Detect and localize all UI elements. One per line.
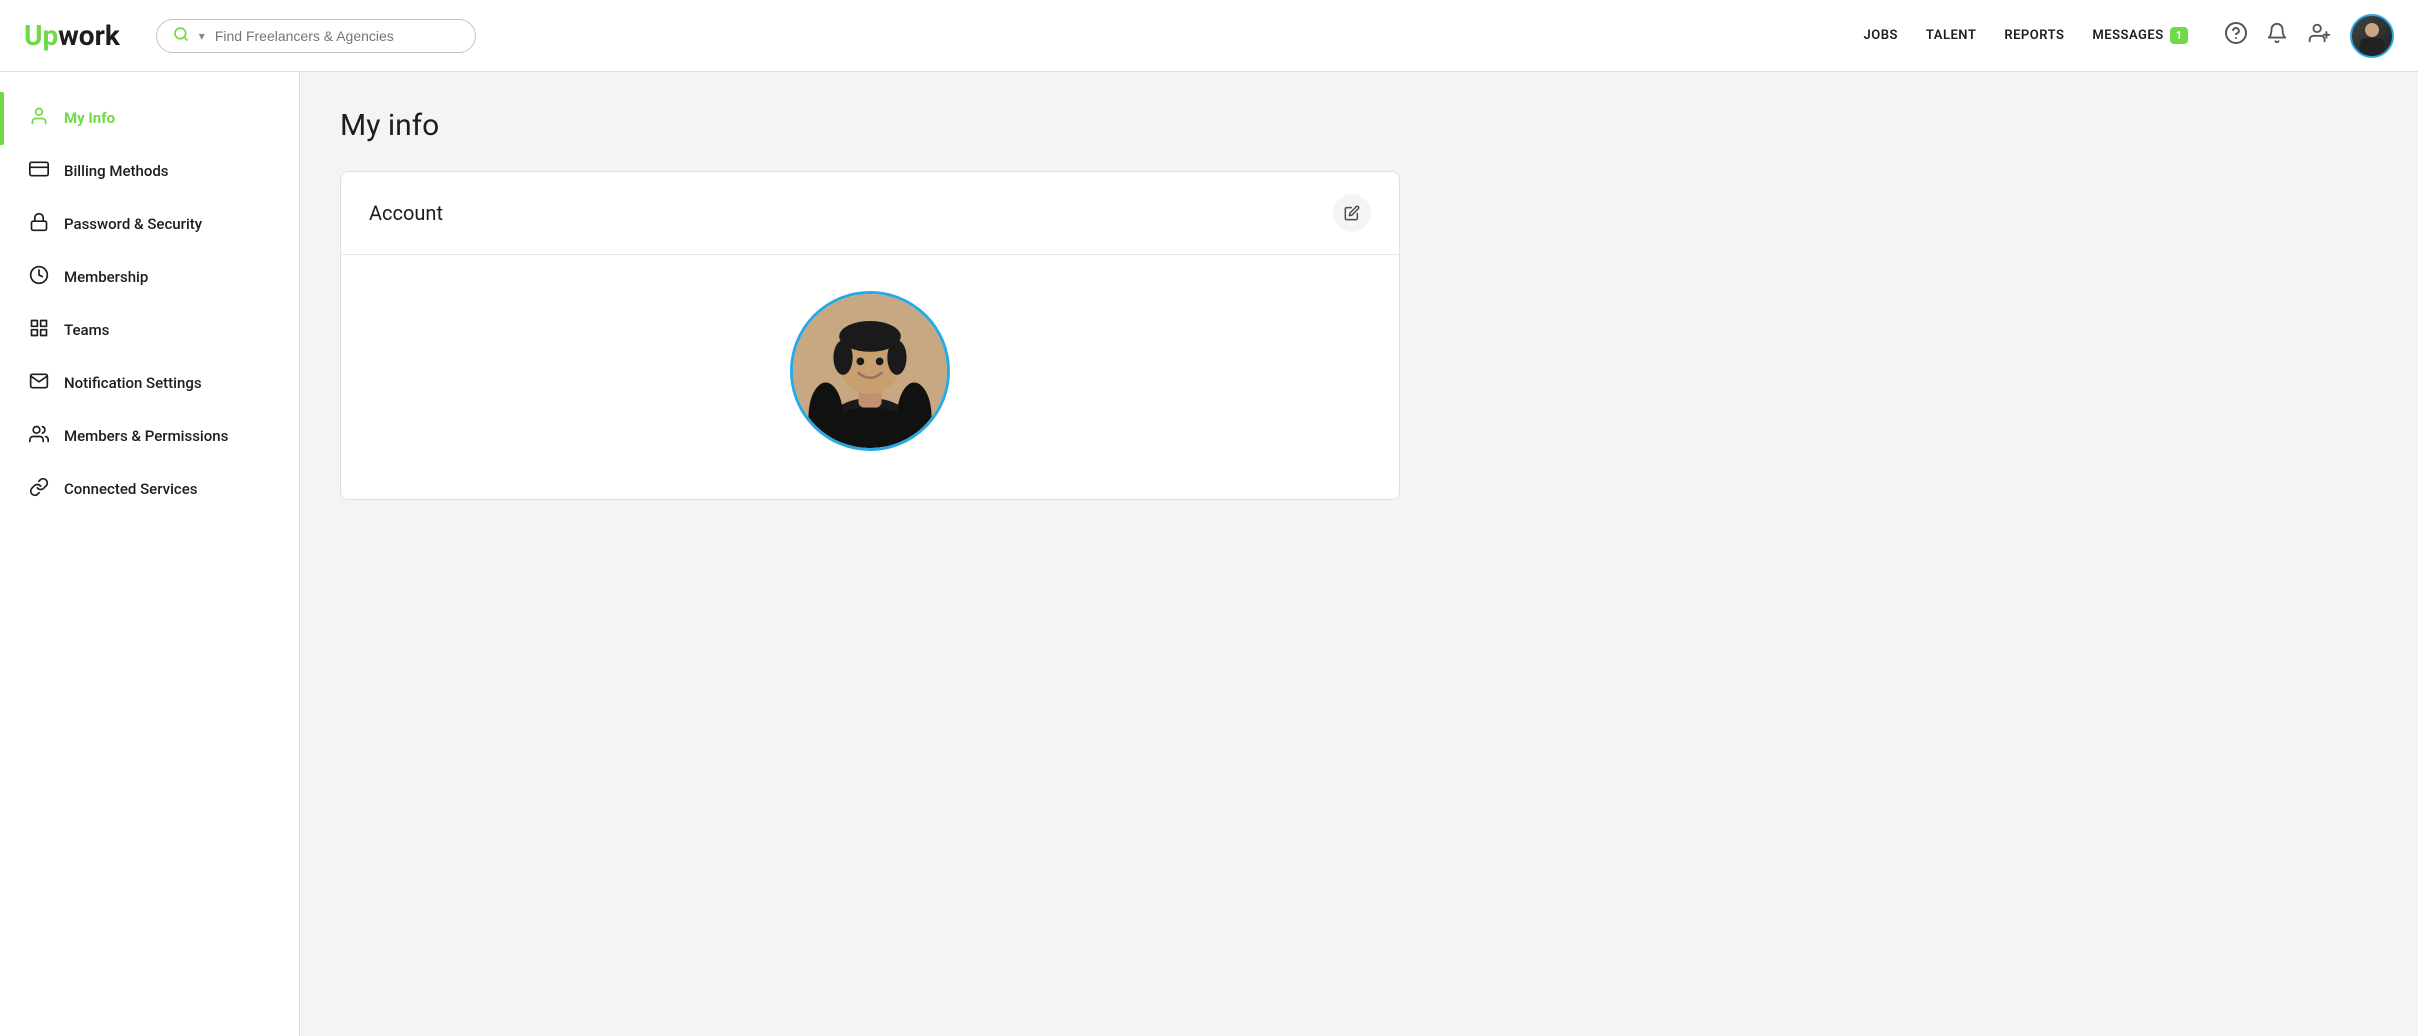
avatar-svg [793,294,947,448]
sidebar-label-connected-services: Connected Services [64,480,197,500]
nav-talent[interactable]: TALENT [1926,28,1976,43]
my-info-icon [28,106,50,131]
avatar-person [2360,23,2384,56]
sidebar-label-teams: Teams [64,321,109,341]
sidebar-item-my-info[interactable]: My Info [0,92,299,145]
sidebar-item-members-permissions[interactable]: Members & Permissions [0,410,299,463]
sidebar-item-billing-methods[interactable]: Billing Methods [0,145,299,198]
nav-reports[interactable]: REPORTS [2004,28,2064,43]
add-user-icon[interactable] [2306,21,2332,51]
nav-icons-group [2224,14,2394,58]
search-icon [173,26,189,46]
notification-settings-icon [28,371,50,396]
sidebar-label-members-permissions: Members & Permissions [64,427,228,447]
logo-work: work [58,19,120,52]
sidebar-item-connected-services[interactable]: Connected Services [0,463,299,516]
sidebar-item-membership[interactable]: Membership [0,251,299,304]
nav-messages-container[interactable]: MESSAGES 1 [2092,27,2188,44]
notifications-icon[interactable] [2266,21,2288,51]
avatar-nav-inner [2352,16,2392,56]
sidebar-item-notification-settings[interactable]: Notification Settings [0,357,299,410]
sidebar-label-password-security: Password & Security [64,215,202,235]
members-permissions-icon [28,424,50,449]
main-content: My info Account [300,72,2418,1036]
person-body [2360,38,2384,56]
help-icon[interactable] [2224,21,2248,51]
user-avatar-nav[interactable] [2350,14,2394,58]
profile-avatar-inner [793,294,947,448]
messages-badge: 1 [2170,27,2188,44]
sidebar-label-notification-settings: Notification Settings [64,374,202,394]
sidebar: My Info Billing Methods Password & Secur… [0,72,300,1036]
account-section-header: Account [341,172,1399,254]
sidebar-label-my-info: My Info [64,109,115,129]
account-section: Account [341,172,1399,255]
profile-photo-body [341,255,1399,499]
logo[interactable]: Upwork [24,19,120,52]
profile-avatar-large[interactable] [790,291,950,451]
teams-icon [28,318,50,343]
password-security-icon [28,212,50,237]
person-head [2365,23,2379,37]
main-navigation: JOBS TALENT REPORTS MESSAGES 1 [1864,27,2188,44]
sidebar-label-billing-methods: Billing Methods [64,162,169,182]
membership-icon [28,265,50,290]
logo-up: Up [24,19,58,52]
account-section-title: Account [369,201,443,225]
search-input[interactable] [215,28,459,44]
sidebar-item-password-security[interactable]: Password & Security [0,198,299,251]
sidebar-item-teams[interactable]: Teams [0,304,299,357]
page-layout: My Info Billing Methods Password & Secur… [0,72,2418,1036]
profile-photo-section [341,255,1399,499]
billing-methods-icon [28,159,50,184]
search-dropdown-arrow[interactable]: ▾ [199,29,205,43]
top-navigation: Upwork ▾ JOBS TALENT REPORTS MESSAGES 1 [0,0,2418,72]
search-bar[interactable]: ▾ [156,19,476,53]
nav-jobs[interactable]: JOBS [1864,28,1898,43]
page-title: My info [340,108,2378,143]
nav-messages[interactable]: MESSAGES [2092,28,2163,43]
connected-services-icon [28,477,50,502]
edit-account-button[interactable] [1333,194,1371,232]
sidebar-label-membership: Membership [64,268,148,288]
content-card: Account [340,171,1400,500]
